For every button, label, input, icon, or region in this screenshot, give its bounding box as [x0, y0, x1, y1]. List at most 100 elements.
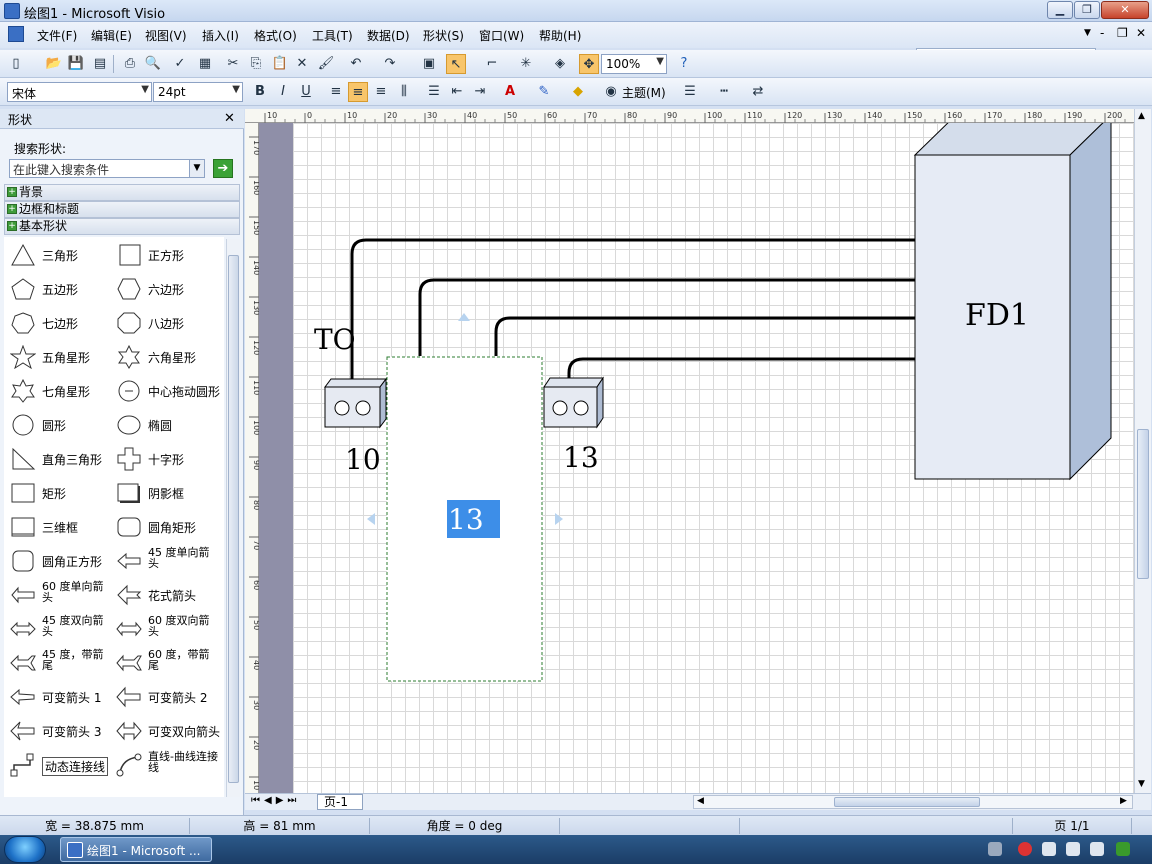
network-icon[interactable] — [1042, 842, 1056, 856]
cable-3[interactable] — [494, 316, 915, 356]
shape-heptagon[interactable]: 七边形 — [6, 308, 112, 338]
shape-square[interactable]: 正方形 — [112, 240, 218, 270]
shape-right-triangle[interactable]: 直角三角形 — [6, 444, 112, 474]
font-select[interactable]: 宋体 ▼ — [7, 82, 152, 102]
selected-shape-text[interactable]: 13 — [448, 503, 484, 536]
paste-icon[interactable]: 📋 — [270, 54, 290, 74]
font-color-icon[interactable]: A — [500, 82, 520, 102]
copy-icon[interactable]: ⎘ — [246, 54, 266, 74]
vertical-scroll-thumb[interactable] — [1137, 429, 1149, 579]
horizontal-scrollbar[interactable]: ◀ ▶ — [693, 795, 1133, 809]
cut-icon[interactable]: ✂ — [223, 54, 243, 74]
shape-60-double-arrow[interactable]: 60 度双向箭头 — [112, 614, 218, 644]
scroll-down-icon[interactable]: ▼ — [1138, 779, 1145, 789]
vertical-scrollbar[interactable]: ▲ ▼ — [1134, 109, 1151, 793]
redo-icon[interactable]: ↷ — [380, 54, 400, 74]
shape-rounded-rectangle[interactable]: 圆角矩形 — [112, 512, 218, 542]
line-color-icon[interactable]: ✎ — [534, 82, 554, 102]
panel-scroll-thumb[interactable] — [228, 255, 239, 783]
outlet-left[interactable] — [324, 386, 381, 428]
shape-60-arrow[interactable]: 60 度单向箭头 — [6, 580, 112, 610]
shape-45-double-arrow[interactable]: 45 度双向箭头 — [6, 614, 112, 644]
menu-shape[interactable]: 形状(S) — [423, 27, 464, 44]
research-icon[interactable]: ▦ — [195, 54, 215, 74]
format-painter-icon[interactable]: 🖌 — [316, 54, 336, 74]
bullets-icon[interactable]: ☰ — [424, 82, 444, 102]
search-shapes-input[interactable]: 在此键入搜索条件 — [9, 159, 205, 178]
open-icon[interactable]: 📂 — [44, 54, 64, 74]
shape-six-point-star[interactable]: 六角星形 — [112, 342, 218, 372]
connection-point-icon[interactable]: ✳ — [516, 54, 536, 74]
shape-45-tail-arrow[interactable]: 45 度，带箭尾 — [6, 648, 112, 678]
pan-zoom-icon[interactable]: ✥ — [579, 54, 599, 74]
category-basic-shapes[interactable]: + 基本形状 — [4, 218, 240, 235]
fill-color-icon[interactable]: ◆ — [568, 82, 588, 102]
font-size-select[interactable]: 24pt ▼ — [153, 82, 243, 102]
text-tool-icon[interactable]: ◈ — [550, 54, 570, 74]
shape-cross[interactable]: 十字形 — [112, 444, 218, 474]
rotation-handle-icon[interactable] — [458, 313, 470, 321]
connector-tool-icon[interactable]: ⌐ — [482, 54, 502, 74]
label-right-outlet[interactable]: 13 — [563, 441, 599, 474]
underline-button[interactable]: U — [296, 82, 316, 102]
new-icon[interactable]: ▯ — [6, 54, 26, 74]
menu-format[interactable]: 格式(O) — [254, 27, 297, 44]
theme-icon[interactable]: ◉ — [601, 82, 621, 102]
shape-pentagon[interactable]: 五边形 — [6, 274, 112, 304]
shape-45-arrow[interactable]: 45 度单向箭头 — [112, 546, 218, 576]
start-button[interactable] — [4, 836, 46, 863]
bluetooth-icon[interactable] — [1116, 842, 1130, 856]
scroll-right-icon[interactable]: ▶ — [1120, 796, 1127, 806]
shape-seven-point-star[interactable]: 七角星形 — [6, 376, 112, 406]
undo-icon[interactable]: ↶ — [346, 54, 366, 74]
shape-hexagon[interactable]: 六边形 — [112, 274, 218, 304]
category-borders-titles[interactable]: + 边框和标题 — [4, 201, 240, 218]
outlet-right[interactable] — [543, 386, 598, 428]
taskbar-visio-item[interactable]: 绘图1 - Microsoft ... — [60, 837, 212, 862]
menu-insert[interactable]: 插入(I) — [202, 27, 239, 44]
label-t0[interactable]: TO — [314, 323, 356, 356]
left-connection-arrow-icon[interactable] — [367, 513, 375, 525]
search-dropdown-icon[interactable]: ▼ — [189, 160, 204, 177]
permission-icon[interactable]: ▤ — [90, 54, 110, 74]
increase-indent-icon[interactable]: ⇥ — [470, 82, 490, 102]
scroll-up-icon[interactable]: ▲ — [1138, 111, 1145, 121]
shape-3d-box[interactable]: 三维框 — [6, 512, 112, 542]
shape-fancy-arrow[interactable]: 花式箭头 — [112, 580, 218, 610]
page-nav-icons[interactable]: ⏮◀▶⏭ — [251, 795, 300, 806]
spelling-icon[interactable]: ✓ — [170, 54, 190, 74]
align-left-icon[interactable]: ≡ — [326, 82, 346, 102]
shape-rounded-square[interactable]: 圆角正方形 — [6, 546, 112, 576]
shape-variable-arrow-3[interactable]: 可变箭头 3 — [6, 716, 112, 746]
zoom-select[interactable]: 100% ▼ — [601, 54, 667, 74]
save-icon[interactable]: 💾 — [66, 54, 86, 74]
pointer-tool-icon[interactable]: ↖ — [446, 54, 466, 74]
doc-restore-button[interactable]: ❐ — [1117, 26, 1128, 40]
shape-dynamic-connector[interactable]: 动态连接线 — [6, 750, 112, 780]
shape-triangle[interactable]: 三角形 — [6, 240, 112, 270]
menu-edit[interactable]: 编辑(E) — [91, 27, 132, 44]
justify-icon[interactable]: ⫼ — [394, 82, 414, 102]
shape-ellipse[interactable]: 椭圆 — [112, 410, 218, 440]
delete-icon[interactable]: ✕ — [292, 54, 312, 74]
close-button[interactable]: ✕ — [1101, 1, 1149, 19]
shape-center-drag-circle[interactable]: 中心拖动圆形 — [112, 376, 220, 406]
shape-variable-arrow-1[interactable]: 可变箭头 1 — [6, 682, 112, 712]
shape-shadow-box[interactable]: 阴影框 — [112, 478, 218, 508]
align-right-icon[interactable]: ≡ — [371, 82, 391, 102]
help-dropdown-icon[interactable]: ▼ — [1084, 28, 1091, 38]
line-ends-icon[interactable]: ⇄ — [748, 82, 768, 102]
action-center-icon[interactable] — [1090, 842, 1104, 856]
panel-scrollbar[interactable] — [226, 239, 240, 797]
decrease-indent-icon[interactable]: ⇤ — [447, 82, 467, 102]
security-icon[interactable] — [1018, 842, 1032, 856]
line-weight-icon[interactable]: ☰ — [680, 82, 700, 102]
restore-button[interactable]: ❐ — [1074, 1, 1100, 19]
panel-close-icon[interactable]: ✕ — [224, 111, 235, 126]
doc-close-button[interactable]: ✕ — [1136, 26, 1146, 40]
document-icon[interactable] — [8, 26, 24, 42]
tab-page-1[interactable]: 页-1 — [317, 794, 363, 810]
menu-window[interactable]: 窗口(W) — [479, 27, 524, 44]
shape-rectangle[interactable]: 矩形 — [6, 478, 112, 508]
label-left-outlet[interactable]: 10 — [345, 443, 381, 476]
